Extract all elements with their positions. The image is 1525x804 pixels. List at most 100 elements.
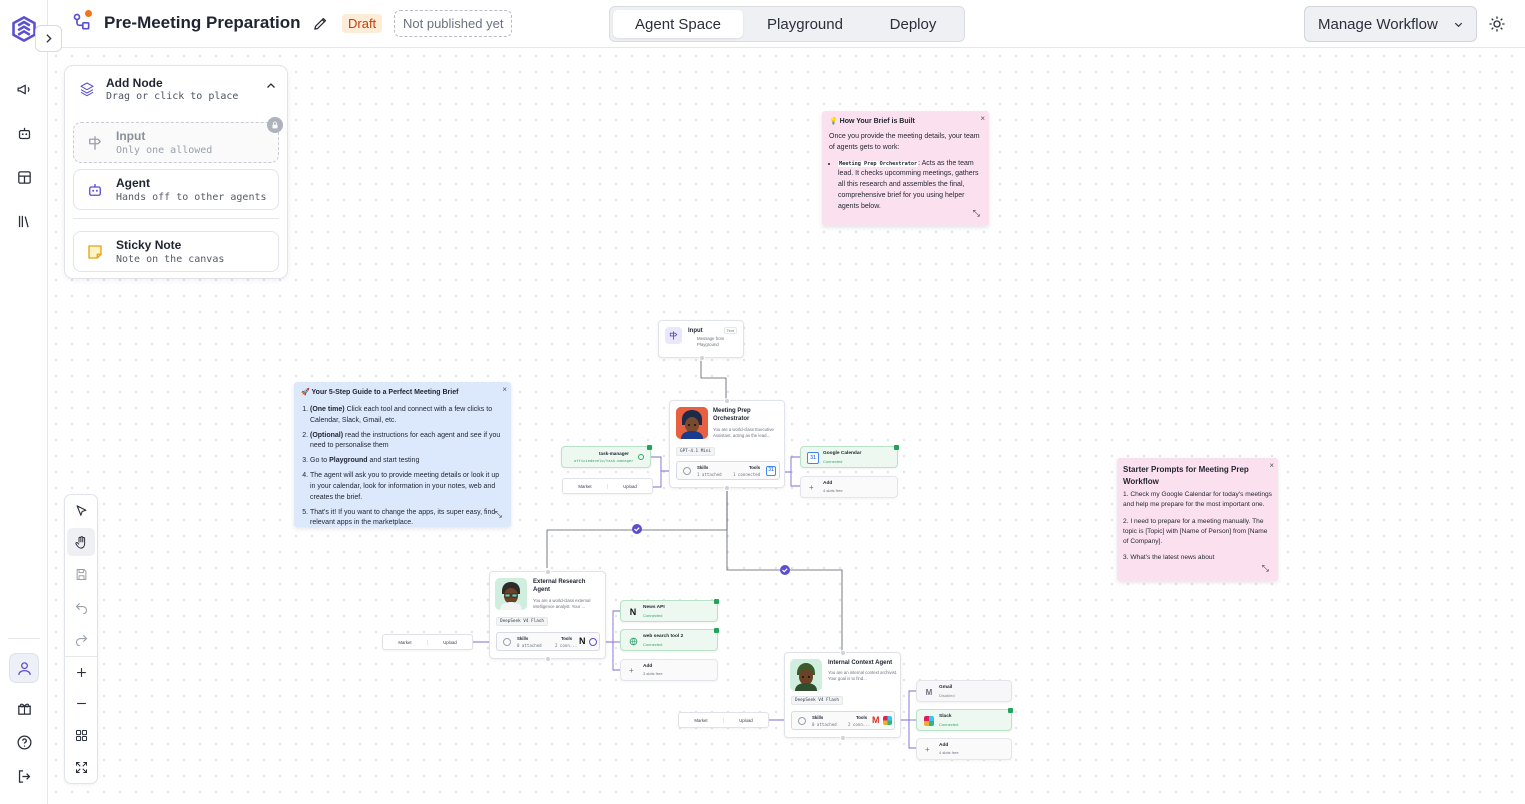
logo-icon: [12, 16, 36, 42]
tool-sub: officiedevelo/task-manager: [574, 458, 634, 463]
select-tool[interactable]: [67, 497, 95, 525]
fit-view-button[interactable]: [67, 753, 95, 781]
resize-icon[interactable]: ⤡: [973, 207, 980, 221]
tab-playground[interactable]: Playground: [743, 10, 867, 38]
zoom-in-button[interactable]: [67, 658, 95, 686]
library-button[interactable]: [9, 206, 39, 236]
tools-label: Tools: [749, 465, 761, 470]
tool-name: Gmail: [939, 685, 953, 690]
tools-value: 2 conn...: [555, 643, 578, 648]
logout-button[interactable]: [9, 761, 39, 791]
close-icon[interactable]: ×: [980, 113, 985, 125]
undo-tool[interactable]: [67, 592, 95, 620]
announcements-button[interactable]: [9, 74, 39, 104]
calendar-icon: 31: [766, 466, 776, 476]
sticky-note-icon: [88, 245, 102, 259]
templates-button[interactable]: [9, 162, 39, 192]
web-search-node[interactable]: web search tool 2 Connected: [620, 628, 719, 651]
add-slots: 4 slots free: [939, 750, 959, 755]
skills-value: 0 attached: [517, 643, 542, 648]
model-badge: DeepSeek V4 Flash: [496, 617, 548, 626]
sticky-note-brief[interactable]: × 💡 How Your Brief is Built Once you pro…: [822, 111, 989, 226]
close-icon[interactable]: ×: [1269, 460, 1274, 472]
sun-icon[interactable]: [1488, 15, 1506, 33]
guide-step: (One time) Click each tool and connect w…: [310, 405, 504, 427]
redo-icon: [75, 634, 87, 646]
workflow-canvas[interactable]: Add Node Drag or click to place Input On…: [48, 48, 1525, 804]
model-badge: DeepSeek V4 Flash: [791, 696, 843, 705]
market-button[interactable]: Market: [563, 484, 607, 489]
pencil-icon[interactable]: [312, 15, 329, 32]
gift-button[interactable]: [9, 693, 39, 723]
chevron-up-icon[interactable]: [265, 80, 277, 92]
agents-button[interactable]: [9, 118, 39, 148]
upload-button[interactable]: Upload: [723, 717, 768, 723]
input-handle[interactable]: [840, 650, 846, 656]
option-title: Agent: [116, 176, 150, 190]
add-tool-node[interactable]: + Add 4 slots free: [800, 476, 898, 498]
output-handle[interactable]: [699, 355, 705, 361]
profile-button[interactable]: [9, 653, 39, 683]
save-tool[interactable]: [67, 560, 95, 588]
slack-node[interactable]: Slack Connected: [916, 708, 1013, 731]
gmail-icon: M: [925, 687, 933, 697]
skills-label: Skills: [697, 465, 709, 470]
resize-icon[interactable]: ⤡: [1262, 562, 1269, 576]
upload-button[interactable]: Upload: [607, 483, 652, 489]
market-button[interactable]: Market: [679, 718, 723, 723]
top-bar: Pre-Meeting Preparation Draft Not publis…: [48, 0, 1525, 48]
agent-avatar: [495, 578, 527, 610]
gmail-node[interactable]: M Gmail Disabled: [916, 680, 1012, 702]
tab-deploy[interactable]: Deploy: [867, 10, 959, 38]
expand-sidebar-button[interactable]: [35, 25, 62, 52]
layers-icon: [80, 82, 94, 97]
option-subtitle: Only one allowed: [116, 145, 213, 156]
calendar-icon: 31: [807, 452, 819, 464]
zoom-out-button[interactable]: [67, 689, 95, 717]
logout-icon: [18, 769, 30, 783]
input-node[interactable]: Input Text Message from Playground: [658, 320, 744, 361]
tool-status: Connected: [643, 642, 663, 647]
tab-agent-space[interactable]: Agent Space: [613, 10, 743, 38]
market-upload-bar: Market Upload: [678, 712, 769, 728]
edge-check-icon: [632, 524, 642, 534]
input-handle[interactable]: [545, 569, 551, 575]
add-tool-node[interactable]: + Add 4 slots free: [916, 738, 1012, 760]
robot-icon: [18, 127, 30, 139]
manage-workflow-button[interactable]: Manage Workflow: [1304, 6, 1477, 42]
skills-icon: [798, 717, 806, 725]
guide-step: (Optional) read the instructions for eac…: [310, 431, 504, 453]
tools-label: Tools: [856, 715, 868, 720]
agent-node-orchestrator[interactable]: Meeting Prep Orchestrator You are a worl…: [669, 398, 785, 491]
output-handle[interactable]: [840, 735, 846, 741]
sticky-bullet: Meeting Prep Orchestrator: Acts as the t…: [838, 159, 982, 213]
help-button[interactable]: [9, 727, 39, 757]
tool-name: News API: [643, 605, 665, 610]
pan-tool[interactable]: [67, 528, 95, 556]
market-button[interactable]: Market: [383, 640, 427, 645]
option-title: Input: [116, 129, 146, 143]
agent-node-internal-context[interactable]: Internal Context Agent You are an intern…: [784, 650, 901, 741]
resize-icon[interactable]: ⤡: [495, 508, 502, 522]
task-manager-node[interactable]: task-manager officiedevelo/task-manager: [561, 445, 652, 468]
sticky-note-starter[interactable]: × Starter Prompts for Meeting Prep Workf…: [1117, 458, 1278, 581]
input-handle[interactable]: [724, 398, 730, 404]
chevron-down-icon: [1454, 22, 1463, 28]
add-tool-node[interactable]: + Add 3 slots free: [620, 659, 718, 681]
tool-status: Connected: [939, 722, 959, 727]
palette-divider: [65, 656, 97, 657]
agent-node-option[interactable]: Agent Hands off to other agents: [73, 169, 279, 210]
sticky-note-guide[interactable]: × 🚀 Your 5-Step Guide to a Perfect Meeti…: [294, 382, 511, 527]
sticky-note-option[interactable]: Sticky Note Note on the canvas: [73, 231, 279, 272]
output-handle[interactable]: [545, 656, 551, 662]
upload-button[interactable]: Upload: [427, 639, 472, 645]
tools-label: Tools: [561, 636, 573, 641]
output-handle[interactable]: [724, 485, 730, 491]
close-icon[interactable]: ×: [502, 384, 507, 396]
grid-tool[interactable]: [67, 721, 95, 749]
agent-node-external-research[interactable]: External Research Agent You are a world-…: [489, 569, 606, 662]
redo-tool[interactable]: [67, 624, 95, 652]
google-calendar-node[interactable]: 31 Google Calendar Connected: [800, 445, 899, 468]
publish-status-badge: Not published yet: [394, 10, 513, 37]
news-api-node[interactable]: N News API Connected: [620, 599, 719, 622]
